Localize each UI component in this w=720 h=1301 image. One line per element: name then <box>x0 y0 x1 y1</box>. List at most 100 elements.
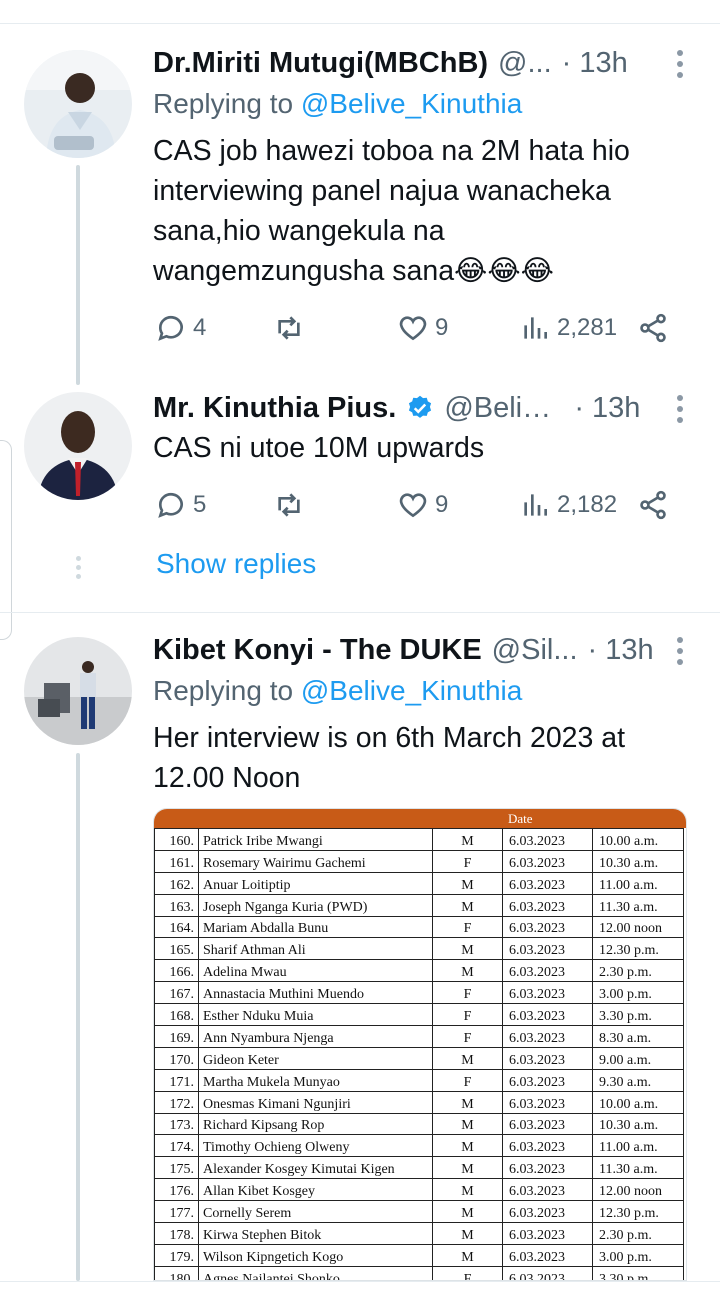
table-row: 161. Rosemary Wairimu Gachemi F 6.03.2023 10… <box>154 849 684 873</box>
interview-time: 9.00 a.m. <box>592 1046 684 1070</box>
views-button[interactable]: 2,281 <box>519 308 617 348</box>
interview-time: 11.30 a.m. <box>592 893 684 917</box>
row-number: 172. <box>154 1090 199 1114</box>
more-icon[interactable] <box>676 50 684 78</box>
replying-to-link[interactable]: @Belive_Kinuthia <box>301 88 522 119</box>
gender: F <box>432 1068 503 1092</box>
handle[interactable]: @Belive... <box>444 392 564 425</box>
candidate-name: Patrick Iribe Mwangi <box>198 828 433 851</box>
views-button[interactable]: 2,182 <box>519 485 617 525</box>
replying-to-link[interactable]: @Belive_Kinuthia <box>301 675 522 706</box>
table-row: 172. Onesmas Kimani Ngunjiri M 6.03.2023 10.… <box>154 1090 684 1114</box>
avatar[interactable] <box>24 392 132 500</box>
interview-time: 12.00 noon <box>592 915 684 939</box>
row-number: 170. <box>154 1046 199 1070</box>
dot-separator: · <box>574 391 584 424</box>
interview-time: 10.00 a.m. <box>592 828 684 851</box>
tweet-media-image[interactable]: Date 160. Patrick Iribe Mwangi M 6.03.2023 1… <box>153 808 687 1281</box>
tweet-1[interactable]: Dr.Miriti Mutugi(MBChB) @... · 13h Reply… <box>0 0 720 385</box>
row-number: 161. <box>154 849 199 873</box>
replying-prefix: Replying to <box>153 675 301 706</box>
candidate-name: Richard Kipsang Rop <box>198 1112 433 1136</box>
display-name[interactable]: Mr. Kinuthia Pius. <box>153 392 396 425</box>
gender: F <box>432 981 503 1005</box>
verified-badge-icon <box>409 395 432 418</box>
row-number: 171. <box>154 1068 199 1092</box>
timestamp[interactable]: 13h <box>592 392 640 425</box>
table-row: 169. Ann Nyambura Njenga F 6.03.2023 8.30 a.… <box>154 1025 684 1048</box>
share-button[interactable] <box>637 485 669 525</box>
gender: F <box>432 1265 503 1280</box>
display-name[interactable]: Kibet Konyi - The DUKE <box>153 634 482 667</box>
table-header-bar: Date <box>154 809 686 828</box>
replying-prefix: Replying to <box>153 88 301 119</box>
avatar[interactable] <box>24 637 132 745</box>
gender: M <box>432 1200 503 1224</box>
table-row: 179. Wilson Kipngetich Kogo M 6.03.2023 3.00… <box>154 1243 684 1267</box>
interview-time: 3.00 p.m. <box>592 1243 684 1267</box>
handle[interactable]: @... <box>498 47 552 80</box>
interview-date: 6.03.2023 <box>502 1046 593 1070</box>
interview-time: 10.30 a.m. <box>592 849 684 873</box>
timestamp[interactable]: 13h <box>579 47 627 80</box>
gender: M <box>432 1134 503 1158</box>
gender: M <box>432 1222 503 1245</box>
table-row: 160. Patrick Iribe Mwangi M 6.03.2023 10.00 … <box>154 828 684 851</box>
dot-separator: · <box>587 633 598 666</box>
reply-button[interactable]: 5 <box>155 485 206 525</box>
reply-count: 4 <box>193 314 207 341</box>
more-icon[interactable] <box>676 637 684 665</box>
share-button[interactable] <box>637 308 669 348</box>
like-button[interactable]: 9 <box>397 308 448 348</box>
views-icon <box>524 317 547 339</box>
tweet-actions: 4 9 2,281 <box>153 308 673 348</box>
display-name[interactable]: Dr.Miriti Mutugi(MBChB) <box>153 47 488 80</box>
retweet-button[interactable] <box>273 485 311 525</box>
interview-time: 12.30 p.m. <box>592 1200 684 1224</box>
interview-time: 2.30 p.m. <box>592 959 684 983</box>
interview-date: 6.03.2023 <box>502 849 593 873</box>
gender: M <box>432 1090 503 1114</box>
gender: F <box>432 1003 503 1027</box>
avatar[interactable] <box>24 50 132 158</box>
bottom-bar <box>0 1281 720 1301</box>
retweet-icon <box>278 493 300 517</box>
gender: M <box>432 937 503 961</box>
table-row: 174. Timothy Ochieng Olweny M 6.03.2023 11.0… <box>154 1134 684 1158</box>
handle[interactable]: @Sil... <box>492 634 578 667</box>
interview-date: 6.03.2023 <box>502 893 593 917</box>
schedule-table: 160. Patrick Iribe Mwangi M 6.03.2023 10.00 … <box>154 828 684 1280</box>
gender: F <box>432 1025 503 1048</box>
table-row: 178. Kirwa Stephen Bitok M 6.03.2023 2.30 p.… <box>154 1222 684 1245</box>
table-row: 180. Agnes Nailantei Shonko F 6.03.2023 3.30… <box>154 1265 684 1280</box>
heart-icon <box>399 493 427 518</box>
like-button[interactable]: 9 <box>397 485 448 525</box>
tweet-text: Her interview is on 6th March 2023 at 12… <box>153 718 690 798</box>
candidate-name: Rosemary Wairimu Gachemi <box>198 849 433 873</box>
table-row: 168. Esther Nduku Muia F 6.03.2023 3.30 p.m. <box>154 1003 684 1027</box>
show-replies-link[interactable]: Show replies <box>156 548 316 580</box>
interview-time: 10.00 a.m. <box>592 1090 684 1114</box>
more-icon[interactable] <box>676 395 684 423</box>
row-number: 178. <box>154 1222 199 1245</box>
tweet-text: CAS job hawezi toboa na 2M hata hio inte… <box>153 131 690 291</box>
interview-date: 6.03.2023 <box>502 1178 593 1202</box>
table-row: 163. Joseph Nganga Kuria (PWD) M 6.03.2023 1… <box>154 893 684 917</box>
candidate-name: Mariam Abdalla Bunu <box>198 915 433 939</box>
reply-icon <box>158 315 183 341</box>
candidate-name: Martha Mukela Munyao <box>198 1068 433 1092</box>
tweet-header: Mr. Kinuthia Pius. @Belive... · 13h <box>153 388 696 428</box>
interview-date: 6.03.2023 <box>502 981 593 1005</box>
timestamp[interactable]: 13h <box>605 634 653 667</box>
candidate-name: Annastacia Muthini Muendo <box>198 981 433 1005</box>
thread-line <box>76 165 80 385</box>
like-count: 9 <box>435 314 449 341</box>
retweet-icon <box>278 316 300 340</box>
table-row: 164. Mariam Abdalla Bunu F 6.03.2023 12.00 n… <box>154 915 684 939</box>
reply-button[interactable]: 4 <box>155 308 206 348</box>
interview-time: 11.00 a.m. <box>592 871 684 895</box>
table-row: 166. Adelina Mwau M 6.03.2023 2.30 p.m. <box>154 959 684 983</box>
interview-date: 6.03.2023 <box>502 1112 593 1136</box>
tweet-2[interactable]: Mr. Kinuthia Pius. @Belive... · 13h CAS … <box>0 380 720 610</box>
retweet-button[interactable] <box>273 308 311 348</box>
